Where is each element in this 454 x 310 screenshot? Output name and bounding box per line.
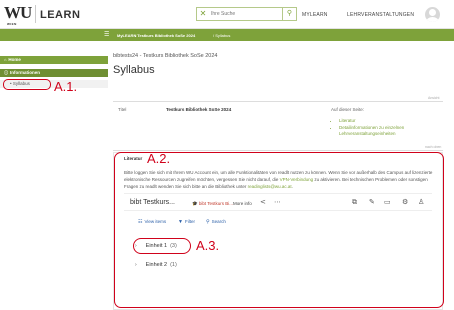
- annotation-label-a3: A.3.: [196, 238, 220, 253]
- hamburger-menu-icon[interactable]: ☰: [104, 31, 109, 38]
- search-icon[interactable]: ⚲: [282, 8, 296, 20]
- annotation-highlight-a3: [133, 238, 191, 254]
- logo-divider: [35, 5, 36, 23]
- page-title: Syllabus: [113, 64, 155, 76]
- search-input[interactable]: [211, 8, 281, 20]
- logo-sub: WIEN: [7, 22, 17, 26]
- breadcrumb-course[interactable]: / Testkurs Bibliothek SoSe 2024: [135, 33, 195, 38]
- breadcrumb-current: / Syllabus: [213, 33, 231, 38]
- user-avatar-icon[interactable]: [425, 7, 440, 22]
- sidebar-item-label: Home: [8, 57, 21, 62]
- logo-app-name: LEARN: [40, 9, 81, 21]
- view-link[interactable]: Ansicht: [428, 96, 439, 100]
- meta-value: Testkurs Bibliothek SoSe 2024: [166, 107, 232, 112]
- logo-primary: WU: [4, 3, 32, 22]
- on-page-links: Literatur Detailinformationen zu einzeln…: [337, 118, 404, 138]
- home-icon: ⌂: [4, 57, 7, 62]
- sidebar-item-informationen[interactable]: ⓘ Informationen: [0, 69, 108, 77]
- on-page-link-details-cont[interactable]: Lehrveranstaltungseinheiten: [339, 131, 404, 138]
- nav-lehrveranstaltungen[interactable]: LEHRVERANSTALTUNGEN: [347, 12, 414, 18]
- annotation-highlight-a2: [114, 152, 444, 308]
- on-page-label: Auf dieser Seite:: [331, 107, 365, 112]
- sidebar-item-label: Informationen: [10, 70, 40, 75]
- course-code: bibtests24 - Testkurs Bibliothek SoSe 20…: [113, 53, 218, 59]
- annotation-label-a1: A.1.: [54, 79, 78, 94]
- wu-learn-logo[interactable]: WU WIEN LEARN: [3, 3, 80, 27]
- annotation-label-a2: A.2.: [147, 151, 171, 166]
- divider: [113, 101, 443, 102]
- info-icon: ⓘ: [4, 70, 8, 75]
- top-header: WU WIEN LEARN ✕ ⚲ MYLEARN LEHRVERANSTALT…: [0, 0, 454, 29]
- breadcrumb-mylearn[interactable]: MyLEARN: [117, 33, 136, 38]
- annotation-highlight-a1: [3, 79, 51, 90]
- back-to-top-link[interactable]: nach oben: [425, 145, 441, 149]
- nav-mylearn[interactable]: MYLEARN: [302, 12, 328, 18]
- sidebar-item-home[interactable]: ⌂ Home: [0, 56, 108, 64]
- close-icon[interactable]: ✕: [197, 8, 209, 20]
- wu-logo: WU WIEN: [3, 3, 33, 27]
- search-box: ✕ ⚲: [196, 7, 297, 21]
- meta-label: Titel: [118, 107, 127, 112]
- breadcrumb: ☰ MyLEARN / Testkurs Bibliothek SoSe 202…: [0, 29, 454, 41]
